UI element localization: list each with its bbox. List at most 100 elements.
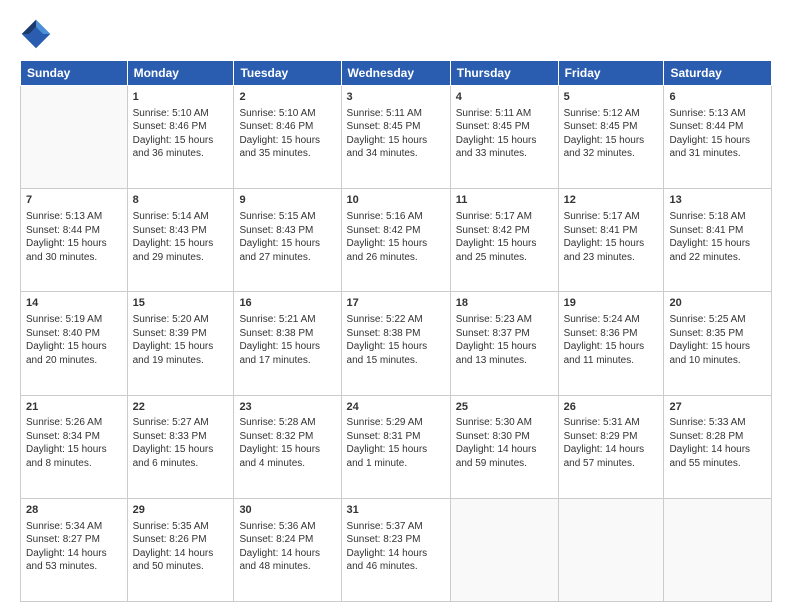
calendar-cell: 2 Sunrise: 5:10 AM Sunset: 8:46 PM Daylig… [234,86,341,189]
week-row-5: 28Sunrise: 5:34 AM Sunset: 8:27 PM Dayli… [21,498,772,601]
day-info: Sunrise: 5:14 AM Sunset: 8:43 PM Dayligh… [133,210,229,264]
calendar-cell: 27Sunrise: 5:33 AM Sunset: 8:28 PM Dayli… [664,395,772,498]
day-info: Sunrise: 5:11 AM Sunset: 8:45 PM Dayligh… [347,107,445,161]
day-number: 31 [347,503,445,518]
calendar-cell: 1Sunrise: 5:10 AM Sunset: 8:46 PM Daylig… [127,86,234,189]
day-info: Sunrise: 5:25 AM Sunset: 8:35 PM Dayligh… [669,313,766,367]
day-number: 9 [239,193,335,208]
calendar-cell: 4 Sunrise: 5:11 AM Sunset: 8:45 PM Daylig… [450,86,558,189]
calendar-cell: 14 Sunrise: 5:19 AM Sunset: 8:40 PM Dayli… [21,292,128,395]
calendar-cell: 3 Sunrise: 5:11 AM Sunset: 8:45 PM Daylig… [341,86,450,189]
day-number: 10 [347,193,445,208]
day-number: 2 [239,90,335,105]
weekday-header-thursday: Thursday [450,61,558,86]
day-number: 3 [347,90,445,105]
day-number: 18 [456,296,553,311]
calendar-cell: 17Sunrise: 5:22 AM Sunset: 8:38 PM Dayli… [341,292,450,395]
week-row-2: 7 Sunrise: 5:13 AM Sunset: 8:44 PM Daylig… [21,189,772,292]
calendar-cell: 9 Sunrise: 5:15 AM Sunset: 8:43 PM Daylig… [234,189,341,292]
day-info: Sunrise: 5:17 AM Sunset: 8:42 PM Dayligh… [456,210,553,264]
calendar-cell: 8 Sunrise: 5:14 AM Sunset: 8:43 PM Daylig… [127,189,234,292]
calendar-cell [450,498,558,601]
calendar-cell: 29 Sunrise: 5:35 AM Sunset: 8:26 PM Dayli… [127,498,234,601]
calendar-cell: 26Sunrise: 5:31 AM Sunset: 8:29 PM Dayli… [558,395,664,498]
day-number: 12 [564,193,659,208]
calendar-cell: 12 Sunrise: 5:17 AM Sunset: 8:41 PM Dayli… [558,189,664,292]
day-info: Sunrise: 5:13 AM Sunset: 8:44 PM Dayligh… [26,210,122,264]
weekday-header-tuesday: Tuesday [234,61,341,86]
day-info: Sunrise: 5:15 AM Sunset: 8:43 PM Dayligh… [239,210,335,264]
day-info: Sunrise: 5:26 AM Sunset: 8:34 PM Dayligh… [26,416,122,470]
day-info: Sunrise: 5:33 AM Sunset: 8:28 PM Dayligh… [669,416,766,470]
day-info: Sunrise: 5:30 AM Sunset: 8:30 PM Dayligh… [456,416,553,470]
day-info: Sunrise: 5:36 AM Sunset: 8:24 PM Dayligh… [239,520,335,574]
calendar-cell: 24Sunrise: 5:29 AM Sunset: 8:31 PM Dayli… [341,395,450,498]
day-info: Sunrise: 5:19 AM Sunset: 8:40 PM Dayligh… [26,313,122,367]
day-info: Sunrise: 5:31 AM Sunset: 8:29 PM Dayligh… [564,416,659,470]
calendar-table: SundayMondayTuesdayWednesdayThursdayFrid… [20,60,772,602]
header [20,18,772,50]
calendar-cell: 22Sunrise: 5:27 AM Sunset: 8:33 PM Dayli… [127,395,234,498]
day-number: 25 [456,400,553,415]
day-number: 16 [239,296,335,311]
day-number: 24 [347,400,445,415]
day-info: Sunrise: 5:20 AM Sunset: 8:39 PM Dayligh… [133,313,229,367]
day-info: Sunrise: 5:10 AM Sunset: 8:46 PM Dayligh… [133,107,229,161]
calendar-cell [558,498,664,601]
day-info: Sunrise: 5:10 AM Sunset: 8:46 PM Dayligh… [239,107,335,161]
day-number: 27 [669,400,766,415]
calendar-cell [21,86,128,189]
calendar-cell: 10 Sunrise: 5:16 AM Sunset: 8:42 PM Dayli… [341,189,450,292]
day-number: 23 [239,400,335,415]
calendar-cell: 31 Sunrise: 5:37 AM Sunset: 8:23 PM Dayli… [341,498,450,601]
day-number: 14 [26,296,122,311]
calendar-cell: 25Sunrise: 5:30 AM Sunset: 8:30 PM Dayli… [450,395,558,498]
day-info: Sunrise: 5:28 AM Sunset: 8:32 PM Dayligh… [239,416,335,470]
day-info: Sunrise: 5:37 AM Sunset: 8:23 PM Dayligh… [347,520,445,574]
day-info: Sunrise: 5:18 AM Sunset: 8:41 PM Dayligh… [669,210,766,264]
day-info: Sunrise: 5:16 AM Sunset: 8:42 PM Dayligh… [347,210,445,264]
calendar-cell: 16Sunrise: 5:21 AM Sunset: 8:38 PM Dayli… [234,292,341,395]
logo [20,18,56,50]
week-row-4: 21Sunrise: 5:26 AM Sunset: 8:34 PM Dayli… [21,395,772,498]
day-info: Sunrise: 5:12 AM Sunset: 8:45 PM Dayligh… [564,107,659,161]
weekday-header-saturday: Saturday [664,61,772,86]
calendar-cell: 23Sunrise: 5:28 AM Sunset: 8:32 PM Dayli… [234,395,341,498]
day-info: Sunrise: 5:17 AM Sunset: 8:41 PM Dayligh… [564,210,659,264]
day-number: 4 [456,90,553,105]
day-info: Sunrise: 5:29 AM Sunset: 8:31 PM Dayligh… [347,416,445,470]
calendar-header-row: SundayMondayTuesdayWednesdayThursdayFrid… [21,61,772,86]
day-number: 20 [669,296,766,311]
day-info: Sunrise: 5:11 AM Sunset: 8:45 PM Dayligh… [456,107,553,161]
day-info: Sunrise: 5:35 AM Sunset: 8:26 PM Dayligh… [133,520,229,574]
day-number: 28 [26,503,122,518]
day-number: 22 [133,400,229,415]
week-row-3: 14 Sunrise: 5:19 AM Sunset: 8:40 PM Dayli… [21,292,772,395]
day-number: 8 [133,193,229,208]
day-number: 15 [133,296,229,311]
logo-icon [20,18,52,50]
day-number: 21 [26,400,122,415]
calendar-cell: 18 Sunrise: 5:23 AM Sunset: 8:37 PM Dayli… [450,292,558,395]
calendar-cell: 5 Sunrise: 5:12 AM Sunset: 8:45 PM Daylig… [558,86,664,189]
day-info: Sunrise: 5:13 AM Sunset: 8:44 PM Dayligh… [669,107,766,161]
weekday-header-monday: Monday [127,61,234,86]
day-info: Sunrise: 5:24 AM Sunset: 8:36 PM Dayligh… [564,313,659,367]
day-number: 7 [26,193,122,208]
page: SundayMondayTuesdayWednesdayThursdayFrid… [0,0,792,612]
week-row-1: 1Sunrise: 5:10 AM Sunset: 8:46 PM Daylig… [21,86,772,189]
weekday-header-friday: Friday [558,61,664,86]
calendar-cell: 11 Sunrise: 5:17 AM Sunset: 8:42 PM Dayli… [450,189,558,292]
day-number: 13 [669,193,766,208]
calendar-cell: 21Sunrise: 5:26 AM Sunset: 8:34 PM Dayli… [21,395,128,498]
day-number: 11 [456,193,553,208]
calendar-cell: 28Sunrise: 5:34 AM Sunset: 8:27 PM Dayli… [21,498,128,601]
day-info: Sunrise: 5:22 AM Sunset: 8:38 PM Dayligh… [347,313,445,367]
calendar-cell: 13 Sunrise: 5:18 AM Sunset: 8:41 PM Dayli… [664,189,772,292]
day-info: Sunrise: 5:23 AM Sunset: 8:37 PM Dayligh… [456,313,553,367]
calendar-cell: 15 Sunrise: 5:20 AM Sunset: 8:39 PM Dayli… [127,292,234,395]
weekday-header-sunday: Sunday [21,61,128,86]
calendar-cell: 7 Sunrise: 5:13 AM Sunset: 8:44 PM Daylig… [21,189,128,292]
day-number: 29 [133,503,229,518]
day-number: 5 [564,90,659,105]
